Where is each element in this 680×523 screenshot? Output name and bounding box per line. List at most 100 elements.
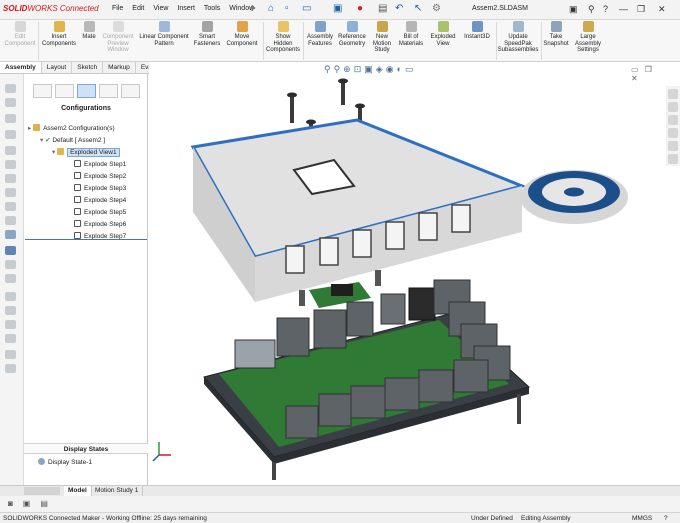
tool-icon[interactable] (5, 334, 16, 343)
undo-icon[interactable]: ↶ (395, 3, 403, 15)
take-snapshot-button[interactable]: Take Snapshot (542, 21, 570, 47)
menu-tools[interactable]: Tools (204, 5, 220, 12)
help-icon[interactable]: ? (603, 3, 608, 15)
update-speedpak-button[interactable]: Update SpeedPak Subassemblies (497, 21, 539, 54)
app-logo[interactable]: SOLIDWORKS Connected (3, 4, 99, 13)
camera-icon[interactable]: ◙ (8, 499, 13, 508)
linear-pattern-icon (158, 21, 170, 32)
layers-icon[interactable]: ▤ (40, 499, 48, 508)
tool-icon[interactable] (5, 292, 16, 301)
feature-manager-tab-icon[interactable] (32, 84, 52, 98)
instant3d-button[interactable]: Instant3D (460, 21, 494, 41)
component-preview-button[interactable]: Component Preview Window (101, 21, 135, 54)
custom-properties-icon[interactable] (668, 141, 678, 151)
save-icon[interactable]: ▣ (333, 3, 342, 15)
tab-model[interactable]: Model (64, 486, 92, 496)
edit-component-button[interactable]: Edit Component (3, 21, 37, 47)
close-icon[interactable]: ✕ (658, 3, 666, 15)
assembly-features-button[interactable]: Assembly Features (304, 21, 336, 47)
tool-icon[interactable] (5, 202, 16, 211)
explode-step[interactable]: Explode Step1 (74, 160, 126, 168)
bill-of-materials-button[interactable]: Bill of Materials (396, 21, 426, 47)
large-assembly-settings-button[interactable]: Large Assembly Settings (572, 21, 604, 54)
tool-icon[interactable] (5, 130, 16, 139)
file-explorer-icon[interactable] (668, 115, 678, 125)
new-motion-study-button[interactable]: New Motion Study (369, 21, 395, 54)
print-icon[interactable]: ▤ (378, 3, 387, 15)
tool-icon[interactable] (5, 230, 16, 239)
help-icon[interactable]: ? (664, 515, 668, 522)
appearances-icon[interactable] (668, 128, 678, 138)
tab-layout[interactable]: Layout (42, 62, 73, 73)
tab-sketch[interactable]: Sketch (72, 62, 104, 73)
home-icon[interactable]: ⌂ (268, 3, 274, 15)
assembly-features-icon (314, 21, 326, 32)
design-library-icon[interactable] (668, 102, 678, 112)
tab-markup[interactable]: Markup (103, 62, 136, 73)
tree-root[interactable]: ▸ Assem2 Configuration(s) (28, 124, 115, 132)
exploded-view-icon (57, 148, 65, 155)
tool-icon[interactable] (5, 306, 16, 315)
menu-view[interactable]: View (153, 5, 168, 12)
linear-pattern-button[interactable]: Linear Component Pattern (136, 21, 192, 47)
display-state-item[interactable]: Display State-1 (38, 458, 92, 466)
pin-icon[interactable]: ✚ (249, 4, 256, 13)
open-icon[interactable]: ▭ (302, 3, 311, 15)
display-manager-tab-icon[interactable] (120, 84, 140, 98)
graphics-area[interactable]: ⚲⚲⊕⊡▣◈◉◐▭ ▭ ❐ ✕ (149, 62, 666, 485)
tab-scroll-arrows[interactable] (24, 487, 60, 495)
tool-icon[interactable] (5, 216, 16, 225)
tool-icon[interactable] (5, 320, 16, 329)
tree-exploded-view[interactable]: ▾ Exploded View1 (52, 148, 120, 157)
mate-button[interactable]: Mate (80, 21, 98, 41)
forum-icon[interactable] (668, 154, 678, 164)
tool-icon[interactable] (5, 188, 16, 197)
tool-icon[interactable] (5, 274, 16, 283)
show-hidden-components-button[interactable]: Show Hidden Components (264, 21, 302, 54)
explode-step[interactable]: Explode Step2 (74, 172, 126, 180)
case-top (190, 118, 527, 302)
options-icon[interactable]: ⚙ (432, 3, 441, 15)
resources-icon[interactable] (668, 89, 678, 99)
explode-step[interactable]: Explode Step6 (74, 220, 126, 228)
tab-motion-study[interactable]: Motion Study 1 (91, 486, 144, 496)
search-icon[interactable]: ⚲ (588, 3, 595, 15)
tool-icon[interactable] (5, 84, 16, 93)
new-document-icon[interactable]: ▫ (285, 3, 289, 15)
rollback-bar[interactable] (25, 239, 147, 240)
tool-icon[interactable] (5, 114, 16, 123)
move-component-button[interactable]: Move Component (223, 21, 261, 47)
menu-file[interactable]: File (112, 5, 123, 12)
tool-icon[interactable] (5, 364, 16, 373)
restore-icon[interactable]: ❐ (637, 3, 645, 15)
rebuild-icon[interactable]: ● (357, 3, 363, 15)
explode-step[interactable]: Explode Step5 (74, 208, 126, 216)
exploded-view-button[interactable]: Exploded View (427, 21, 459, 47)
tool-icon[interactable] (5, 350, 16, 359)
tool-icon[interactable] (5, 260, 16, 269)
select-icon[interactable]: ↖ (414, 3, 422, 15)
tool-icon[interactable] (5, 98, 16, 107)
menu-edit[interactable]: Edit (132, 5, 144, 12)
insert-components-button[interactable]: Insert Components (40, 21, 78, 47)
configuration-manager-tab-icon[interactable] (76, 84, 96, 98)
menu-insert[interactable]: Insert (177, 5, 195, 12)
tool-icon[interactable] (5, 160, 16, 169)
snapshot-icon[interactable]: ▣ (23, 499, 31, 508)
smart-fasteners-button[interactable]: Smart Fasteners (192, 21, 222, 47)
tool-icon[interactable] (5, 174, 16, 183)
screw (287, 92, 297, 123)
property-manager-tab-icon[interactable] (54, 84, 74, 98)
terminal-icon[interactable]: ▣ (569, 3, 578, 15)
reference-geometry-button[interactable]: Reference Geometry (336, 21, 368, 47)
tree-config-default[interactable]: ▾ ✔ Default [ Assem2 ] (40, 136, 105, 144)
explode-step[interactable]: Explode Step3 (74, 184, 126, 192)
explode-step[interactable]: Explode Step4 (74, 196, 126, 204)
minimize-icon[interactable]: — (619, 3, 628, 15)
tab-assembly[interactable]: Assembly (0, 62, 42, 73)
dimxpert-tab-icon[interactable] (98, 84, 118, 98)
speedpak-icon (512, 21, 524, 32)
tool-icon[interactable] (5, 246, 16, 255)
units-selector[interactable]: MMGS (632, 515, 652, 522)
tool-icon[interactable] (5, 146, 16, 155)
